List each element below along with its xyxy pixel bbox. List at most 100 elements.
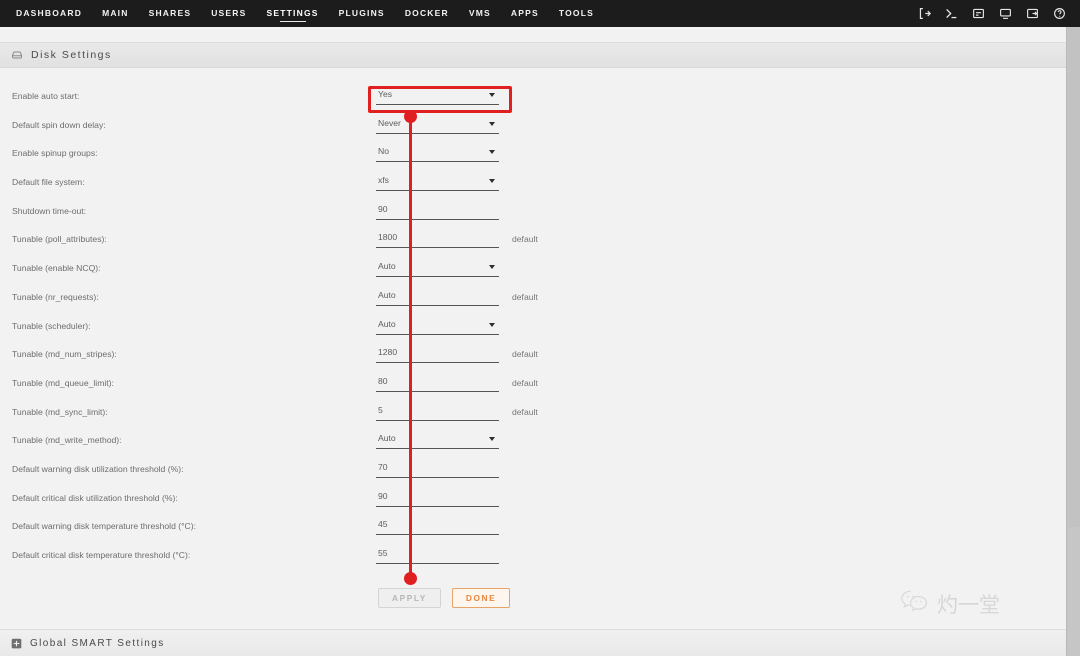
nav-item-plugins[interactable]: PLUGINS <box>329 0 395 27</box>
form-actions: APPLY DONE <box>378 588 511 608</box>
nav-item-shares[interactable]: SHARES <box>139 0 202 27</box>
text-field[interactable]: Auto <box>376 287 499 306</box>
text-field[interactable]: 90 <box>376 488 499 507</box>
field-value: 80 <box>378 375 388 386</box>
logout-icon[interactable] <box>918 7 931 20</box>
select-field[interactable]: xfs <box>376 172 499 192</box>
field-label: Enable auto start: <box>12 91 80 101</box>
done-button[interactable]: DONE <box>451 588 511 608</box>
help-icon[interactable] <box>1053 7 1066 20</box>
form-row: Default critical disk utilization thresh… <box>0 480 1066 509</box>
field-label: Tunable (poll_attributes): <box>12 234 107 245</box>
nav-item-apps[interactable]: APPS <box>501 0 549 27</box>
scrollbar-thumb[interactable] <box>1068 27 1080 527</box>
field-hint: default <box>512 406 538 417</box>
chevron-down-icon[interactable] <box>489 322 495 327</box>
nav-links: DASHBOARD MAIN SHARES USERS SETTINGS PLUGINS D… <box>0 0 604 27</box>
global-smart-settings-section[interactable]: Global SMART Settings <box>0 629 1066 656</box>
field-value: 55 <box>378 548 388 558</box>
form-row: Tunable (md_sync_limit): 5 default <box>0 394 1066 423</box>
field-hint: default <box>512 377 538 388</box>
form-row: Default file system: xfs <box>0 164 1066 193</box>
terminal-icon[interactable] <box>945 7 958 20</box>
nav-item-settings[interactable]: SETTINGS <box>257 0 329 27</box>
field-value: 5 <box>378 404 383 415</box>
form-row: Tunable (scheduler): Auto <box>0 308 1066 337</box>
field-label: Tunable (md_sync_limit): <box>12 406 108 417</box>
field-label: Tunable (md_write_method): <box>12 435 122 446</box>
field-value: 90 <box>378 490 388 501</box>
field-value: 45 <box>378 519 388 530</box>
field-hint: default <box>512 349 538 360</box>
text-field[interactable]: 80 <box>376 373 499 392</box>
nav-item-vms[interactable]: VMS <box>459 0 501 27</box>
chevron-down-icon[interactable] <box>489 265 495 270</box>
watermark: 灼一堂 <box>900 588 1000 619</box>
form-row: Default warning disk utilization thresho… <box>0 451 1066 480</box>
text-field[interactable]: 70 <box>376 459 499 478</box>
field-value: Auto <box>378 318 396 329</box>
text-field[interactable]: 1280 <box>376 344 499 364</box>
page-scrollbar[interactable] <box>1066 27 1080 656</box>
page-header: Disk Settings <box>0 42 1066 68</box>
text-field[interactable]: 5 <box>376 402 499 421</box>
disk-settings-form: Enable auto start: Yes Default spin down d… <box>0 78 1066 566</box>
field-value: 1800 <box>378 232 398 243</box>
select-field[interactable]: Auto <box>376 430 499 450</box>
archive-icon[interactable] <box>1026 7 1039 20</box>
display-icon[interactable] <box>999 7 1012 20</box>
text-field[interactable]: 90 <box>376 201 499 220</box>
select-field[interactable]: Yes <box>376 86 499 105</box>
field-value: Auto <box>378 433 396 444</box>
nav-item-users[interactable]: USERS <box>201 0 256 27</box>
nav-item-dashboard[interactable]: DASHBOARD <box>6 0 92 27</box>
page-root: DASHBOARD MAIN SHARES USERS SETTINGS PLUGINS D… <box>0 0 1080 656</box>
field-label: Tunable (nr_requests): <box>12 291 99 302</box>
field-value: Auto <box>378 261 396 272</box>
chevron-down-icon[interactable] <box>489 121 495 126</box>
field-label: Tunable (enable NCQ): <box>12 263 101 274</box>
form-row: Enable auto start: Yes <box>0 78 1066 107</box>
field-label: Tunable (scheduler): <box>12 320 91 331</box>
nav-item-tools[interactable]: TOOLS <box>549 0 604 27</box>
chevron-down-icon[interactable] <box>489 437 495 442</box>
select-field[interactable]: Never <box>376 115 499 134</box>
field-label: Default warning disk temperature thresho… <box>12 521 196 532</box>
expand-plus-icon <box>11 638 22 649</box>
text-field[interactable]: 55 <box>376 545 499 564</box>
field-label: Tunable (md_num_stripes): <box>12 349 117 360</box>
form-row: Tunable (md_write_method): Auto <box>0 422 1066 451</box>
select-field[interactable]: Auto <box>376 316 499 335</box>
wechat-icon <box>900 588 930 619</box>
field-value: xfs <box>378 175 389 186</box>
top-navigation-bar: DASHBOARD MAIN SHARES USERS SETTINGS PLUGINS D… <box>0 0 1080 27</box>
field-value: 1280 <box>378 347 398 358</box>
nav-icon-group <box>918 0 1066 27</box>
chevron-down-icon[interactable] <box>489 179 495 184</box>
apply-button[interactable]: APPLY <box>378 588 441 608</box>
select-field[interactable]: No <box>376 143 499 163</box>
nav-item-main[interactable]: MAIN <box>92 0 139 27</box>
field-value: 70 <box>378 461 388 472</box>
field-label: Default spin down delay: <box>12 119 106 130</box>
nav-item-docker[interactable]: DOCKER <box>395 0 459 27</box>
form-row: Default warning disk temperature thresho… <box>0 508 1066 537</box>
log-icon[interactable] <box>972 7 985 20</box>
form-row: Tunable (enable NCQ): Auto <box>0 250 1066 279</box>
annotation-dot-bottom <box>404 572 417 585</box>
chevron-down-icon[interactable] <box>489 150 495 155</box>
form-row: Tunable (md_num_stripes): 1280 default <box>0 336 1066 365</box>
field-label: Tunable (md_queue_limit): <box>12 377 114 388</box>
text-field[interactable]: 45 <box>376 516 499 536</box>
select-field[interactable]: Auto <box>376 258 499 278</box>
field-hint: default <box>512 234 538 245</box>
field-label: Enable spinup groups: <box>12 148 98 159</box>
field-label: Shutdown time-out: <box>12 205 87 216</box>
text-field[interactable]: 1800 <box>376 229 499 249</box>
field-hint: default <box>512 291 538 302</box>
form-row: Default spin down delay: Never <box>0 107 1066 136</box>
field-value: No <box>378 146 389 157</box>
field-value: Auto <box>378 289 396 300</box>
form-row: Tunable (md_queue_limit): 80 default <box>0 365 1066 394</box>
chevron-down-icon[interactable] <box>489 93 495 97</box>
